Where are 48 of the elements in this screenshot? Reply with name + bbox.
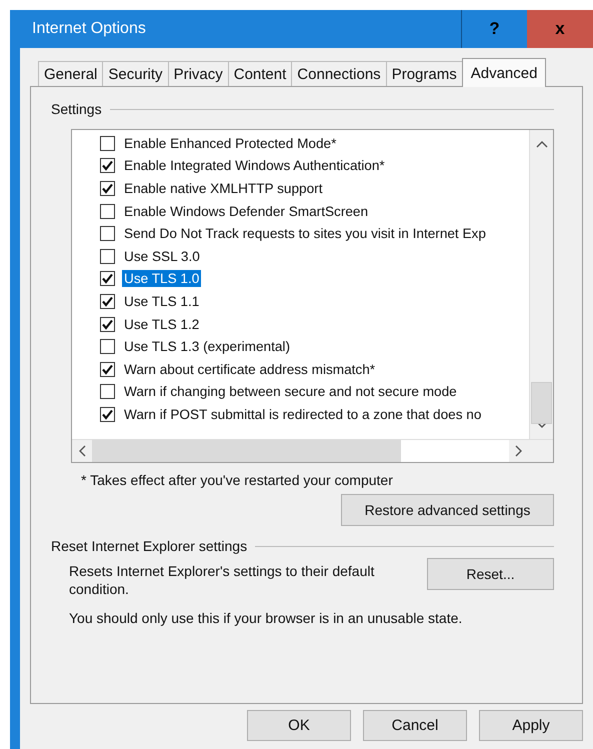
group-label: Settings [51, 101, 102, 117]
vertical-scrollbar[interactable] [529, 130, 553, 439]
dialog-button[interactable]: Apply [479, 710, 583, 741]
checkbox[interactable] [100, 362, 115, 377]
reset-button[interactable]: Reset... [427, 558, 554, 590]
checkbox[interactable] [100, 316, 115, 332]
checkbox[interactable] [100, 204, 115, 219]
option-label[interactable]: Use TLS 1.1 [122, 292, 202, 310]
group-label: Reset Internet Explorer settings [51, 538, 248, 554]
restore-button[interactable]: Restore advanced settings [341, 494, 554, 526]
checkbox[interactable] [100, 271, 115, 286]
checkbox[interactable] [100, 136, 115, 151]
option-label[interactable]: Use TLS 1.2 [122, 316, 202, 333]
checkbox[interactable] [100, 180, 115, 196]
option-label[interactable]: Enable Enhanced Protected Mode* [122, 134, 338, 152]
option-label[interactable]: Send Do Not Track requests to sites you visit in Internet Exp [122, 225, 488, 242]
close-button[interactable]: x [527, 10, 593, 48]
checkbox[interactable] [100, 248, 115, 264]
checkbox[interactable] [100, 226, 115, 242]
option-label[interactable]: Enable Integrated Windows Authentication* [122, 157, 387, 174]
checkbox[interactable] [100, 339, 115, 354]
option-label[interactable]: Warn if changing between secure and not secure mode [122, 383, 459, 400]
option-label[interactable]: Enable native XMLHTTP support [122, 180, 324, 197]
tab[interactable]: Advanced [462, 58, 546, 87]
checkbox[interactable] [100, 406, 115, 422]
option-label[interactable]: Warn about certificate address mismatch* [122, 360, 378, 378]
reset-description: Resets Internet Explorer's settings to their default condition. [69, 562, 376, 598]
dialog-button[interactable]: OK [247, 710, 351, 741]
checkbox[interactable] [100, 294, 115, 309]
dialog-button[interactable]: Cancel [363, 710, 467, 741]
horizontal-scrollbar[interactable] [72, 439, 553, 462]
window-title: Internet Options [31, 20, 147, 38]
scroll-thumb[interactable] [531, 382, 552, 424]
option-label[interactable]: Warn if POST submittal is redirected to a zone that does no [122, 406, 484, 423]
reset-warning: You should only use this if your browser is in an unusable state. [69, 610, 464, 626]
scroll-up-icon[interactable] [536, 140, 548, 148]
option-label[interactable]: Use SSL 3.0 [122, 248, 202, 265]
option-label[interactable]: Enable Windows Defender SmartScreen [122, 202, 370, 220]
scroll-right-icon[interactable] [515, 445, 523, 457]
scroll-left-icon[interactable] [78, 445, 86, 457]
option-label[interactable]: Use TLS 1.3 (experimental) [122, 338, 292, 356]
tab[interactable]: General [38, 61, 104, 86]
checkbox[interactable] [100, 384, 115, 400]
option-label[interactable]: Use TLS 1.0 [122, 270, 202, 288]
checkbox[interactable] [100, 158, 115, 174]
scroll-down-icon[interactable] [536, 421, 548, 429]
footnote: * Takes effect after you've restarted your computer [81, 472, 394, 488]
scroll-thumb[interactable] [92, 440, 401, 462]
